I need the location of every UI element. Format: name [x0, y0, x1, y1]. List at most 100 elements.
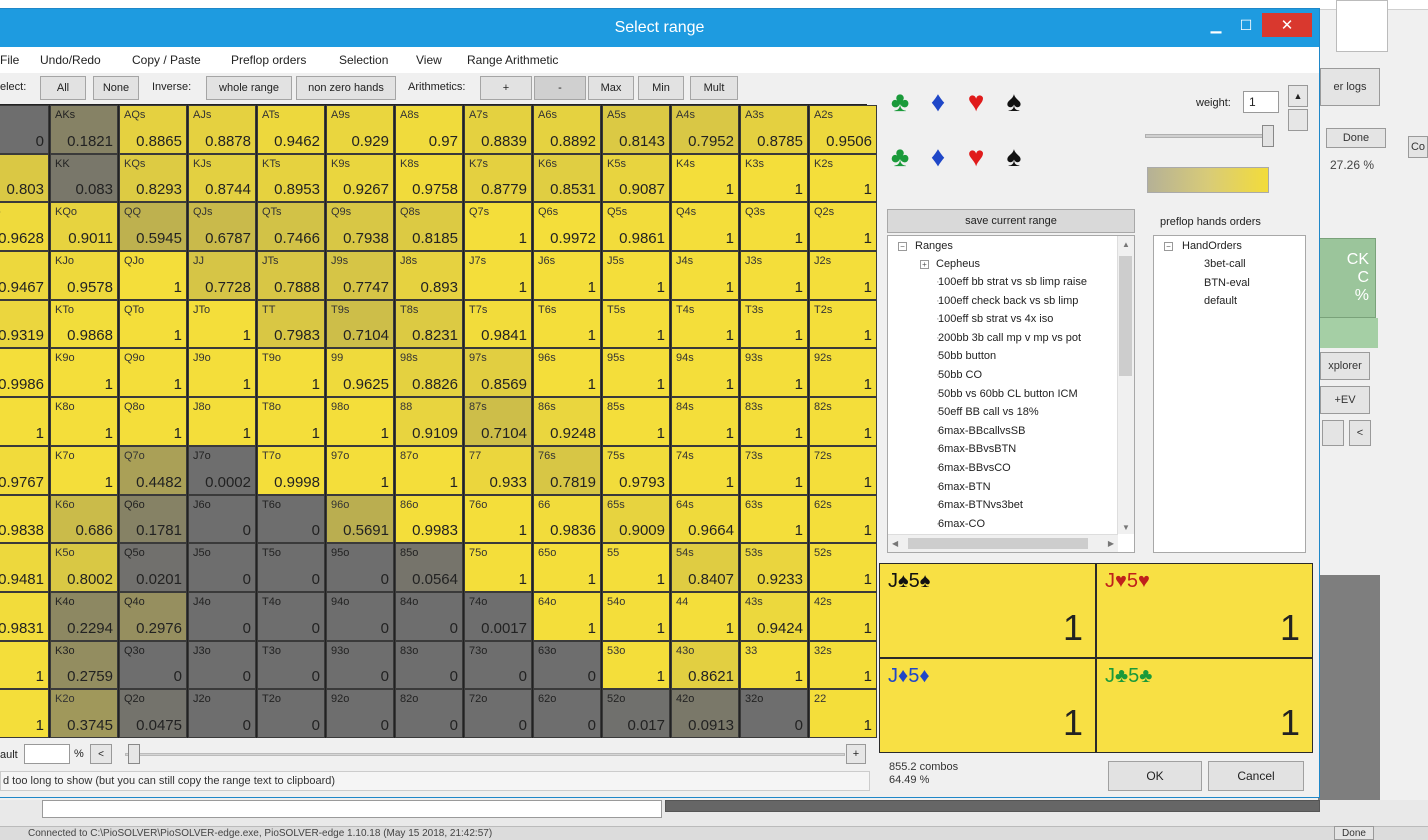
hand-cell[interactable]: 94s 1: [671, 348, 739, 398]
diamond-icon[interactable]: ♦: [923, 139, 953, 175]
range-item[interactable]: 6max-BBvsBTN: [938, 443, 1016, 455]
range-item[interactable]: 50bb button: [938, 350, 996, 362]
select-none-button[interactable]: None: [93, 76, 139, 100]
club-icon[interactable]: ♣: [885, 139, 915, 175]
hand-cell[interactable]: K2s 1: [809, 153, 877, 203]
done-button-bottom[interactable]: Done: [1334, 826, 1374, 840]
hand-cell[interactable]: Q5o 0.0201: [119, 543, 187, 592]
orders-collapse-icon[interactable]: −: [1164, 242, 1173, 251]
hand-cell[interactable]: T8o 1: [257, 397, 325, 446]
hand-cell[interactable]: Q4s 1: [671, 202, 739, 252]
hand-cell[interactable]: Q5s 0.9861: [602, 202, 670, 252]
hand-cell[interactable]: K8s 0.9758: [395, 153, 463, 203]
maximize-icon[interactable]: ☐: [1232, 13, 1260, 37]
range-item[interactable]: 6max-CO: [938, 518, 985, 530]
hand-cell[interactable]: ATs 0.9462: [257, 105, 325, 154]
menu-view[interactable]: View: [416, 53, 442, 67]
title-bar[interactable]: Select range ▁ ☐ ✕: [0, 9, 1319, 47]
cepheus-expand-icon[interactable]: +: [920, 260, 929, 269]
hand-cell[interactable]: JTs 0.7888: [257, 251, 325, 300]
hand-cell[interactable]: Q7s 1: [464, 202, 532, 252]
ranges-collapse-icon[interactable]: −: [898, 242, 907, 251]
range-item[interactable]: 6max-BBcallvsSB: [938, 425, 1025, 437]
hand-cell[interactable]: T3o 0: [257, 640, 325, 690]
hand-cell[interactable]: 43o 0.8621: [671, 640, 739, 690]
ranges-scroll-thumb[interactable]: [1119, 256, 1132, 376]
hand-cell[interactable]: KJo 0.9578: [50, 251, 118, 300]
hand-cell[interactable]: 95s 1: [602, 348, 670, 398]
arith-mult-button[interactable]: Mult: [690, 76, 738, 100]
hand-cell[interactable]: 65o 1: [533, 543, 601, 592]
hand-cell[interactable]: 83o 0: [395, 640, 463, 690]
hand-cell[interactable]: A0: [0, 105, 49, 154]
hand-cell[interactable]: KQo 0.9011: [50, 202, 118, 252]
hand-cell[interactable]: A6s 0.8892: [533, 105, 601, 154]
menu-selection[interactable]: Selection: [339, 53, 388, 67]
arith-minus-button[interactable]: -: [534, 76, 586, 100]
hand-cell[interactable]: 75s 0.9793: [602, 445, 670, 495]
hand-cell[interactable]: A3s 0.8785: [740, 105, 808, 154]
hand-cell[interactable]: 64s 0.9664: [671, 494, 739, 544]
percent-plus-button[interactable]: +: [846, 744, 866, 764]
range-item[interactable]: 50bb vs 60bb CL button ICM: [938, 388, 1078, 400]
hand-cell[interactable]: 96s 1: [533, 348, 601, 398]
hand-cell[interactable]: J6s 1: [533, 251, 601, 300]
hand-cell[interactable]: 84s 1: [671, 397, 739, 446]
percent-slider-thumb[interactable]: [128, 744, 140, 764]
hand-cell[interactable]: J5o 0: [188, 543, 256, 592]
hand-cell[interactable]: To0.9319: [0, 299, 49, 349]
hand-cell[interactable]: Q6o 0.1781: [119, 494, 187, 544]
percent-step-button[interactable]: <: [90, 744, 112, 764]
hand-cell[interactable]: JJ 0.7728: [188, 251, 256, 300]
hand-cell[interactable]: 5o0.9481: [0, 543, 49, 592]
done-button[interactable]: Done: [1326, 128, 1386, 148]
hand-cell[interactable]: 54o 1: [602, 591, 670, 641]
hand-cell[interactable]: J8s 0.893: [395, 251, 463, 300]
hand-cell[interactable]: T5s 1: [602, 299, 670, 349]
hand-cell[interactable]: K5s 0.9087: [602, 153, 670, 203]
hand-cell[interactable]: 95o 0: [326, 543, 394, 592]
hand-cell[interactable]: K2o 0.3745: [50, 689, 118, 738]
hand-cell[interactable]: Q4o 0.2976: [119, 591, 187, 641]
hand-cell[interactable]: 93o 0: [326, 640, 394, 690]
hand-order-item[interactable]: 3bet-call: [1204, 258, 1246, 270]
hand-cell[interactable]: 8o1: [0, 397, 49, 446]
hand-cell[interactable]: 62o 0: [533, 689, 601, 738]
hand-cell[interactable]: 82s 1: [809, 397, 877, 446]
hand-cell[interactable]: 72s 1: [809, 445, 877, 495]
hand-cell[interactable]: KTo 0.9868: [50, 299, 118, 349]
hand-cell[interactable]: QQ 0.5945: [119, 202, 187, 252]
hand-cell[interactable]: A9s 0.929: [326, 105, 394, 154]
hand-cell[interactable]: J2o 0: [188, 689, 256, 738]
background-input[interactable]: [42, 800, 662, 818]
spade-icon[interactable]: ♠: [999, 139, 1029, 175]
hand-cell[interactable]: A8s 0.97: [395, 105, 463, 154]
hand-cell[interactable]: 4o0.9831: [0, 591, 49, 641]
range-item[interactable]: 6max-BBvsCO: [938, 462, 1011, 474]
weight-slider-track[interactable]: [1145, 134, 1273, 138]
weight-percent-input[interactable]: [24, 744, 70, 764]
inverse-non-zero-button[interactable]: non zero hands: [296, 76, 396, 100]
ranges-vertical-scrollbar[interactable]: ▲ ▼: [1117, 236, 1134, 534]
hand-cell[interactable]: Ko0.803: [0, 153, 49, 203]
hand-cell[interactable]: J7o 0.0002: [188, 445, 256, 495]
hand-cell[interactable]: T7o 0.9998: [257, 445, 325, 495]
combo-panel[interactable]: J♥5♥ 1: [1097, 564, 1312, 657]
hand-cell[interactable]: K4o 0.2294: [50, 591, 118, 641]
scroll-up-icon[interactable]: ▲: [1122, 240, 1130, 249]
hand-cell[interactable]: 33 1: [740, 640, 808, 690]
hand-cell[interactable]: A5s 0.8143: [602, 105, 670, 154]
spade-icon[interactable]: ♠: [999, 84, 1029, 120]
menu-preflop-orders[interactable]: Preflop orders: [231, 53, 306, 67]
range-item[interactable]: 6max-BTNvs3bet: [938, 499, 1023, 511]
menu-undo-redo[interactable]: Undo/Redo: [40, 53, 101, 67]
hand-cell[interactable]: 7o0.9767: [0, 445, 49, 495]
hand-cell[interactable]: 52s 1: [809, 543, 877, 592]
inverse-whole-range-button[interactable]: whole range: [206, 76, 292, 100]
range-item[interactable]: 100eff bb strat vs sb limp raise: [938, 276, 1087, 288]
hand-cell[interactable]: T3s 1: [740, 299, 808, 349]
heart-icon[interactable]: ♥: [961, 139, 991, 175]
hand-cell[interactable]: TT 0.7983: [257, 299, 325, 349]
hand-order-item[interactable]: BTN-eval: [1204, 277, 1250, 289]
hand-cell[interactable]: J3o 0: [188, 640, 256, 690]
